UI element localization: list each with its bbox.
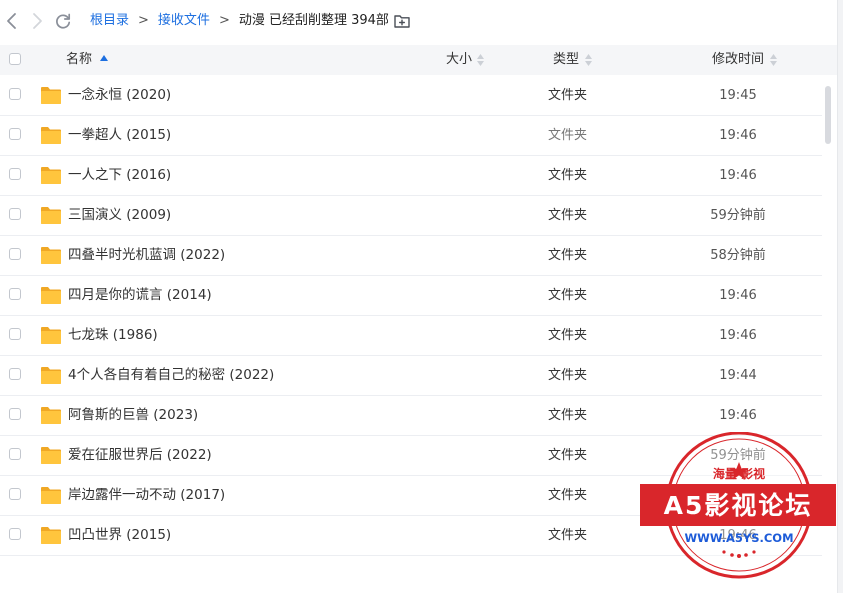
file-row[interactable]: 七龙珠 (1986) 文件夹 19:46 [0, 316, 822, 356]
refresh-icon[interactable] [53, 11, 73, 31]
folder-icon [41, 127, 61, 144]
select-all-checkbox[interactable] [9, 53, 21, 65]
file-name[interactable]: 阿鲁斯的巨兽 (2023) [68, 407, 198, 424]
file-type: 文件夹 [548, 528, 588, 543]
row-checkbox[interactable] [9, 248, 21, 260]
file-modified-time: 19:46 [719, 288, 757, 303]
row-checkbox[interactable] [9, 488, 21, 500]
file-modified-time: 19:45 [719, 88, 757, 103]
breadcrumb-separator: > [218, 13, 230, 28]
file-type: 文件夹 [548, 208, 588, 223]
file-name[interactable]: 一念永恒 (2020) [68, 87, 171, 104]
column-header-modified[interactable]: 修改时间 [712, 52, 764, 68]
file-name[interactable]: 爱在征服世界后 (2022) [68, 447, 212, 464]
file-type: 文件夹 [548, 328, 588, 343]
forward-arrow-icon[interactable] [27, 11, 47, 31]
file-modified-time: 19:46 [719, 408, 757, 423]
row-checkbox[interactable] [9, 168, 21, 180]
file-name[interactable]: 四月是你的谎言 (2014) [68, 287, 212, 304]
breadcrumb-current-folder: 动漫 已经刮削整理 394部 [238, 13, 389, 28]
folder-icon [41, 527, 61, 544]
breadcrumb: 根目录 > 接收文件 > 动漫 已经刮削整理 394部 [90, 11, 389, 31]
row-checkbox[interactable] [9, 328, 21, 340]
file-row[interactable]: 四叠半时光机蓝调 (2022) 文件夹 58分钟前 [0, 236, 822, 276]
folder-icon [41, 207, 61, 224]
file-modified-time: 59分钟前 [710, 208, 766, 223]
file-name[interactable]: 凹凸世界 (2015) [68, 527, 171, 544]
row-checkbox[interactable] [9, 368, 21, 380]
row-checkbox[interactable] [9, 208, 21, 220]
file-row[interactable]: 一人之下 (2016) 文件夹 19:46 [0, 156, 822, 196]
file-type: 文件夹 [548, 248, 588, 263]
folder-icon [41, 247, 61, 264]
file-type: 文件夹 [548, 128, 588, 143]
folder-icon [41, 87, 61, 104]
row-checkbox[interactable] [9, 128, 21, 140]
file-name[interactable]: 岸边露伴一动不动 (2017) [68, 487, 225, 504]
file-type: 文件夹 [548, 368, 588, 383]
file-row[interactable]: 一念永恒 (2020) 文件夹 19:45 [0, 76, 822, 116]
scrollbar-thumb[interactable] [825, 86, 831, 144]
file-modified-time: 19:44 [719, 368, 757, 383]
file-type: 文件夹 [548, 288, 588, 303]
column-header-size[interactable]: 大小 [446, 52, 472, 68]
row-checkbox[interactable] [9, 88, 21, 100]
folder-icon [41, 487, 61, 504]
watermark-main-text: A5影视论坛 [664, 491, 813, 520]
folder-icon [41, 167, 61, 184]
column-header-name[interactable]: 名称 [66, 52, 92, 68]
folder-icon [41, 407, 61, 424]
file-type: 文件夹 [548, 168, 588, 183]
file-name[interactable]: 一拳超人 (2015) [68, 127, 171, 144]
row-checkbox[interactable] [9, 448, 21, 460]
file-name[interactable]: 一人之下 (2016) [68, 167, 171, 184]
file-name[interactable]: 四叠半时光机蓝调 (2022) [68, 247, 225, 264]
forum-watermark-stamp: 海量 影视 A5影视论坛 WWW.A5YS.COM [640, 432, 836, 579]
file-row[interactable]: 阿鲁斯的巨兽 (2023) 文件夹 19:46 [0, 396, 822, 436]
back-arrow-icon[interactable] [2, 11, 22, 31]
file-row[interactable]: 三国演义 (2009) 文件夹 59分钟前 [0, 196, 822, 236]
breadcrumb-received-files[interactable]: 接收文件 [158, 13, 210, 28]
row-checkbox[interactable] [9, 408, 21, 420]
file-type: 文件夹 [548, 88, 588, 103]
folder-icon [41, 367, 61, 384]
file-type: 文件夹 [548, 448, 588, 463]
column-header-type[interactable]: 类型 [553, 52, 579, 68]
folder-icon [41, 447, 61, 464]
folder-icon [41, 327, 61, 344]
file-name[interactable]: 4个人各自有着自己的秘密 (2022) [68, 367, 274, 384]
watermark-url: WWW.A5YS.COM [684, 531, 793, 545]
row-checkbox[interactable] [9, 528, 21, 540]
row-checkbox[interactable] [9, 288, 21, 300]
file-row[interactable]: 4个人各自有着自己的秘密 (2022) 文件夹 19:44 [0, 356, 822, 396]
file-modified-time: 19:46 [719, 168, 757, 183]
file-row[interactable]: 四月是你的谎言 (2014) 文件夹 19:46 [0, 276, 822, 316]
new-folder-icon[interactable] [393, 12, 411, 30]
sort-toggle-icon[interactable] [585, 54, 592, 66]
navigation-bar: 根目录 > 接收文件 > 动漫 已经刮削整理 394部 [0, 0, 837, 44]
sort-toggle-icon[interactable] [770, 54, 777, 66]
file-row[interactable]: 一拳超人 (2015) 文件夹 19:46 [0, 116, 822, 156]
breadcrumb-root[interactable]: 根目录 [90, 13, 129, 28]
file-type: 文件夹 [548, 408, 588, 423]
file-name[interactable]: 七龙珠 (1986) [68, 327, 158, 344]
sort-toggle-icon[interactable] [477, 54, 484, 66]
breadcrumb-separator: > [138, 13, 149, 28]
file-name[interactable]: 三国演义 (2009) [68, 207, 171, 224]
sort-ascending-icon[interactable] [100, 55, 108, 61]
file-table-header: 名称 大小 类型 修改时间 [0, 45, 837, 75]
folder-icon [41, 287, 61, 304]
file-modified-time: 58分钟前 [710, 248, 766, 263]
file-type: 文件夹 [548, 488, 588, 503]
file-modified-time: 19:46 [719, 328, 757, 343]
file-modified-time: 19:46 [719, 128, 757, 143]
